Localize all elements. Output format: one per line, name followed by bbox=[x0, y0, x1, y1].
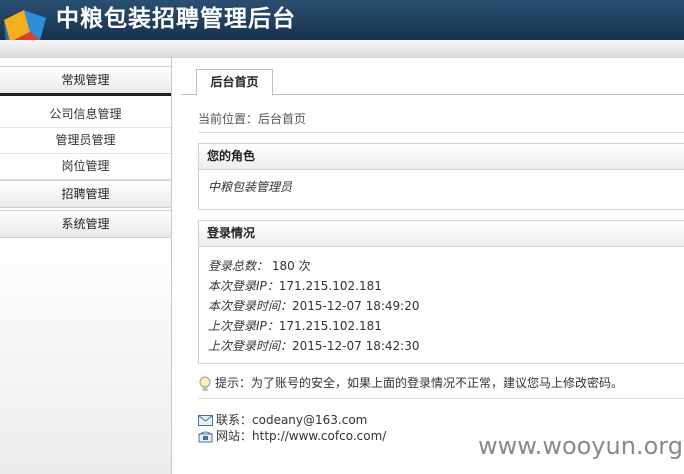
current-time-label: 本次登录时间： bbox=[208, 299, 293, 313]
divider bbox=[198, 132, 684, 133]
login-total-value: 180 次 bbox=[271, 259, 311, 273]
current-ip-label: 本次登录IP： bbox=[208, 279, 279, 293]
last-ip-label: 上次登录IP： bbox=[208, 319, 279, 333]
login-panel: 登录情况 登录总数： 180 次 本次登录IP：171.215.102.181 … bbox=[198, 220, 684, 364]
login-info: 登录总数： 180 次 本次登录IP：171.215.102.181 本次登录时… bbox=[199, 247, 684, 364]
site-label: 网站： bbox=[216, 429, 253, 443]
watermark: www.wooyun.org bbox=[478, 432, 683, 460]
main-content: 后台首页 当前位置：后台首页 您的角色 中粮包装管理员 登录情况 登录总数： 1… bbox=[181, 58, 684, 474]
sidebar-group-system[interactable]: 系统管理 bbox=[0, 210, 171, 238]
email-label: 联系： bbox=[216, 413, 253, 427]
current-time-value: 2015-12-07 18:49:20 bbox=[292, 299, 420, 313]
tab-bar: 后台首页 bbox=[181, 66, 684, 96]
last-time-row: 上次登录时间：2015-12-07 18:42:30 bbox=[208, 336, 680, 356]
app-header: 中粮包装招聘管理后台 bbox=[0, 0, 684, 52]
current-ip-value: 171.215.102.181 bbox=[278, 279, 382, 293]
sidebar-item-admins[interactable]: 管理员管理 bbox=[0, 128, 171, 154]
login-total-label: 登录总数： bbox=[208, 259, 269, 273]
login-panel-title: 登录情况 bbox=[199, 221, 684, 247]
sidebar-item-positions[interactable]: 岗位管理 bbox=[0, 154, 171, 180]
site-value[interactable]: http://www.cofco.com/ bbox=[252, 429, 386, 443]
header-strip bbox=[0, 40, 684, 58]
tip-end: 。 bbox=[611, 376, 624, 390]
sidebar-group-general[interactable]: 常规管理 bbox=[0, 66, 171, 96]
email-value: codeany@163.com bbox=[252, 413, 368, 427]
current-time-row: 本次登录时间：2015-12-07 18:49:20 bbox=[208, 296, 680, 316]
tip-text: 提示：为了账号的安全，如果上面的登录情况不正常，建议您马上 bbox=[215, 376, 564, 390]
role-panel: 您的角色 中粮包装管理员 bbox=[198, 143, 684, 210]
contact-site-row: 网站：http://www.cofco.com/ bbox=[198, 428, 498, 444]
sidebar-fill bbox=[0, 238, 171, 474]
role-value: 中粮包装管理员 bbox=[208, 180, 293, 194]
last-time-value: 2015-12-07 18:42:30 bbox=[292, 339, 420, 353]
breadcrumb: 当前位置：后台首页 bbox=[198, 112, 307, 126]
phone-icon bbox=[198, 431, 213, 443]
tab-home[interactable]: 后台首页 bbox=[196, 69, 273, 96]
last-time-label: 上次登录时间： bbox=[208, 339, 293, 353]
current-ip-row: 本次登录IP：171.215.102.181 bbox=[208, 276, 680, 296]
app-title: 中粮包装招聘管理后台 bbox=[56, 6, 296, 32]
login-total-row: 登录总数： 180 次 bbox=[208, 256, 680, 276]
contact-email-row: 联系：codeany@163.com bbox=[198, 412, 498, 428]
role-panel-title: 您的角色 bbox=[199, 144, 684, 170]
change-password-link[interactable]: 修改密码 bbox=[563, 376, 611, 390]
security-tip: 提示：为了账号的安全，如果上面的登录情况不正常，建议您马上修改密码。 bbox=[198, 372, 684, 399]
last-ip-row: 上次登录IP：171.215.102.181 bbox=[208, 316, 680, 336]
mail-icon bbox=[198, 415, 213, 426]
sidebar: 常规管理 公司信息管理 管理员管理 岗位管理 招聘管理 系统管理 bbox=[0, 58, 172, 474]
lightbulb-icon bbox=[199, 376, 211, 391]
sidebar-group-recruitment[interactable]: 招聘管理 bbox=[0, 180, 171, 208]
last-ip-value: 171.215.102.181 bbox=[278, 319, 382, 333]
sidebar-item-company-info[interactable]: 公司信息管理 bbox=[0, 102, 171, 128]
